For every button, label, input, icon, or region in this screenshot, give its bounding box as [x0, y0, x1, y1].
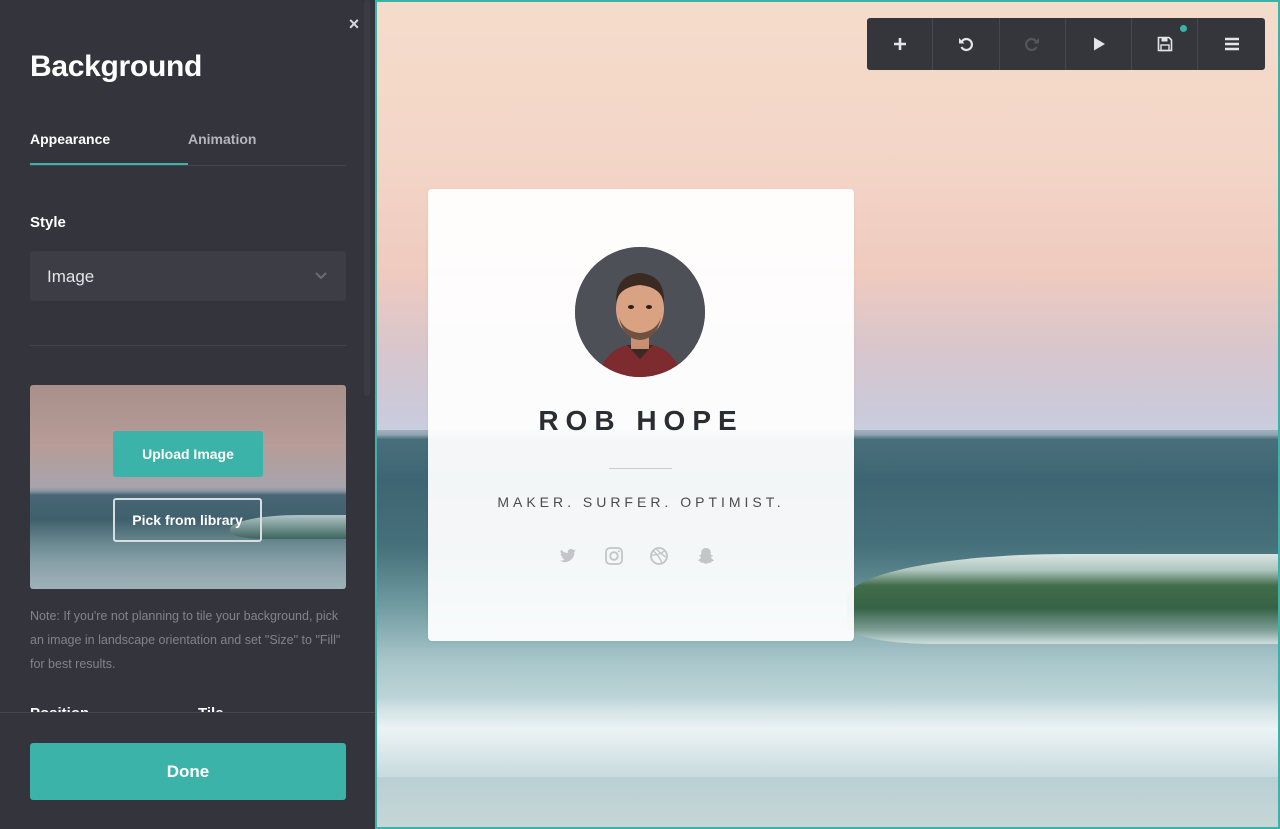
- tab-bar: Appearance Animation: [30, 128, 346, 166]
- avatar: [575, 247, 705, 377]
- menu-button[interactable]: [1198, 18, 1264, 70]
- avatar-portrait: [575, 247, 705, 377]
- name-divider: [609, 468, 672, 469]
- page-canvas[interactable]: ROB HOPE MAKER. SURFER. OPTIMIST.: [375, 0, 1280, 829]
- plus-icon: [893, 38, 906, 50]
- pick-from-library-button[interactable]: Pick from library: [113, 498, 262, 542]
- style-dropdown[interactable]: Image: [30, 251, 346, 301]
- chevron-down-icon: [315, 272, 327, 280]
- background-image-preview: Upload Image Pick from library: [30, 385, 346, 589]
- wave-graphic: [847, 554, 1278, 644]
- style-label: Style: [30, 214, 66, 231]
- undo-button[interactable]: [933, 18, 1000, 70]
- redo-button[interactable]: [1000, 18, 1066, 70]
- style-dropdown-value: Image: [47, 267, 95, 286]
- done-button[interactable]: Done: [30, 743, 346, 800]
- preview-button[interactable]: [1066, 18, 1133, 70]
- save-button[interactable]: [1132, 18, 1199, 70]
- panel-title: Background: [30, 50, 203, 83]
- twitter-icon[interactable]: [558, 546, 578, 566]
- section-divider: [30, 345, 346, 346]
- undo-icon: [958, 37, 973, 52]
- foam-graphic: [377, 697, 1278, 777]
- tab-animation[interactable]: Animation: [188, 131, 256, 147]
- instagram-icon[interactable]: [604, 546, 624, 566]
- unsaved-indicator: [1180, 25, 1188, 32]
- background-settings-panel: × Background Appearance Animation Style …: [0, 0, 375, 829]
- panel-footer: Done: [0, 712, 375, 829]
- dribbble-icon[interactable]: [649, 546, 669, 566]
- redo-icon: [1025, 37, 1040, 52]
- save-icon: [1157, 36, 1173, 52]
- add-button[interactable]: [867, 18, 934, 70]
- upload-image-button[interactable]: Upload Image: [113, 431, 263, 477]
- editor-toolbar: [867, 18, 1265, 70]
- image-orientation-note: Note: If you're not planning to tile you…: [30, 609, 341, 671]
- play-icon: [1093, 37, 1105, 51]
- social-links: [558, 546, 728, 570]
- snapchat-icon[interactable]: [696, 546, 716, 566]
- profile-card[interactable]: ROB HOPE MAKER. SURFER. OPTIMIST.: [428, 189, 854, 641]
- tab-appearance[interactable]: Appearance: [30, 131, 110, 147]
- panel-scrollbar[interactable]: [364, 0, 370, 396]
- profile-name: ROB HOPE: [538, 405, 744, 436]
- profile-tagline: MAKER. SURFER. OPTIMIST.: [497, 494, 785, 510]
- close-icon[interactable]: ×: [346, 15, 362, 33]
- active-tab-indicator: [30, 163, 188, 165]
- hamburger-menu-icon: [1224, 37, 1239, 51]
